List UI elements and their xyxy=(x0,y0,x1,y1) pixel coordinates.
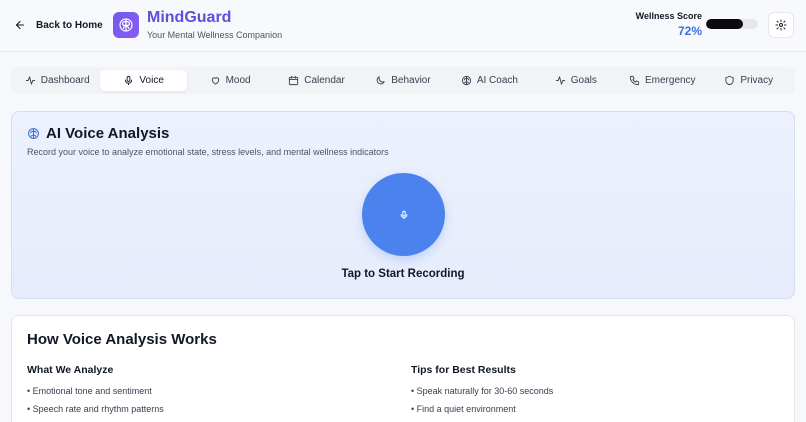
tab-emergency[interactable]: Emergency xyxy=(619,70,705,91)
moon-icon xyxy=(376,76,385,85)
voice-analysis-description: Record your voice to analyze emotional s… xyxy=(27,147,389,157)
calendar-icon xyxy=(289,75,299,86)
tab-label: Calendar xyxy=(304,75,345,86)
tab-privacy[interactable]: Privacy xyxy=(706,70,792,91)
tab-label: Dashboard xyxy=(40,75,90,86)
activity-icon xyxy=(555,76,565,85)
how-it-works-title: How Voice Analysis Works xyxy=(27,331,217,348)
brain-icon xyxy=(461,75,471,86)
heart-icon xyxy=(211,77,219,85)
wellness-score-value: 72% xyxy=(677,24,702,38)
tab-dashboard[interactable]: Dashboard xyxy=(14,70,100,91)
gear-icon xyxy=(775,19,787,31)
tab-label: Goals xyxy=(570,75,597,86)
app-logo xyxy=(113,12,139,38)
settings-button[interactable] xyxy=(768,12,794,38)
phone-icon xyxy=(629,75,640,86)
wellness-score-fill xyxy=(706,19,744,29)
what-we-analyze-title: What We Analyze xyxy=(27,364,114,376)
app-header: Back to Home MindGuard Your Mental Welln… xyxy=(0,0,806,52)
activity-icon xyxy=(25,76,35,85)
list-item: • Find a quiet environment xyxy=(411,404,516,414)
back-to-home-label: Back to Home xyxy=(36,19,103,31)
app-title: MindGuard xyxy=(147,9,232,26)
mic-icon xyxy=(400,210,407,219)
tab-label: Mood xyxy=(225,75,251,86)
tab-calendar[interactable]: Calendar xyxy=(273,70,359,91)
brain-icon xyxy=(28,128,39,139)
list-item: • Speak naturally for 30-60 seconds xyxy=(411,386,554,396)
back-to-home-button[interactable]: Back to Home xyxy=(14,14,103,36)
tab-ai-coach[interactable]: AI Coach xyxy=(446,70,532,91)
tab-label: Behavior xyxy=(391,75,431,86)
tab-goals[interactable]: Goals xyxy=(533,70,619,91)
app-subtitle: Your Mental Wellness Companion xyxy=(147,30,283,40)
mic-icon xyxy=(125,75,133,86)
list-item: • Emotional tone and sentiment xyxy=(27,386,152,396)
main-tabs: Dashboard Voice Mood Calendar Behavior A… xyxy=(11,67,795,94)
wellness-score-label: Wellness Score xyxy=(635,11,702,21)
tab-label: Voice xyxy=(139,75,164,86)
tab-label: Emergency xyxy=(644,75,696,86)
tips-title: Tips for Best Results xyxy=(411,364,516,376)
how-it-works-card: How Voice Analysis Works What We Analyze… xyxy=(11,315,795,422)
tab-label: Privacy xyxy=(740,75,774,86)
voice-analysis-title: AI Voice Analysis xyxy=(46,125,170,142)
tab-voice[interactable]: Voice xyxy=(100,70,187,91)
voice-analysis-header: AI Voice Analysis xyxy=(27,125,169,142)
tab-label: AI Coach xyxy=(476,75,518,86)
shield-icon xyxy=(725,75,734,86)
list-item: • Speech rate and rhythm patterns xyxy=(27,404,164,414)
voice-analysis-card: AI Voice Analysis Record your voice to a… xyxy=(11,111,795,299)
arrow-left-icon xyxy=(15,20,25,30)
brain-icon xyxy=(119,18,133,32)
wellness-score-bar xyxy=(706,19,758,29)
tab-mood[interactable]: Mood xyxy=(187,70,273,91)
tab-behavior[interactable]: Behavior xyxy=(360,70,446,91)
start-recording-button[interactable] xyxy=(362,173,445,256)
recording-status-label: Tap to Start Recording xyxy=(341,268,465,280)
